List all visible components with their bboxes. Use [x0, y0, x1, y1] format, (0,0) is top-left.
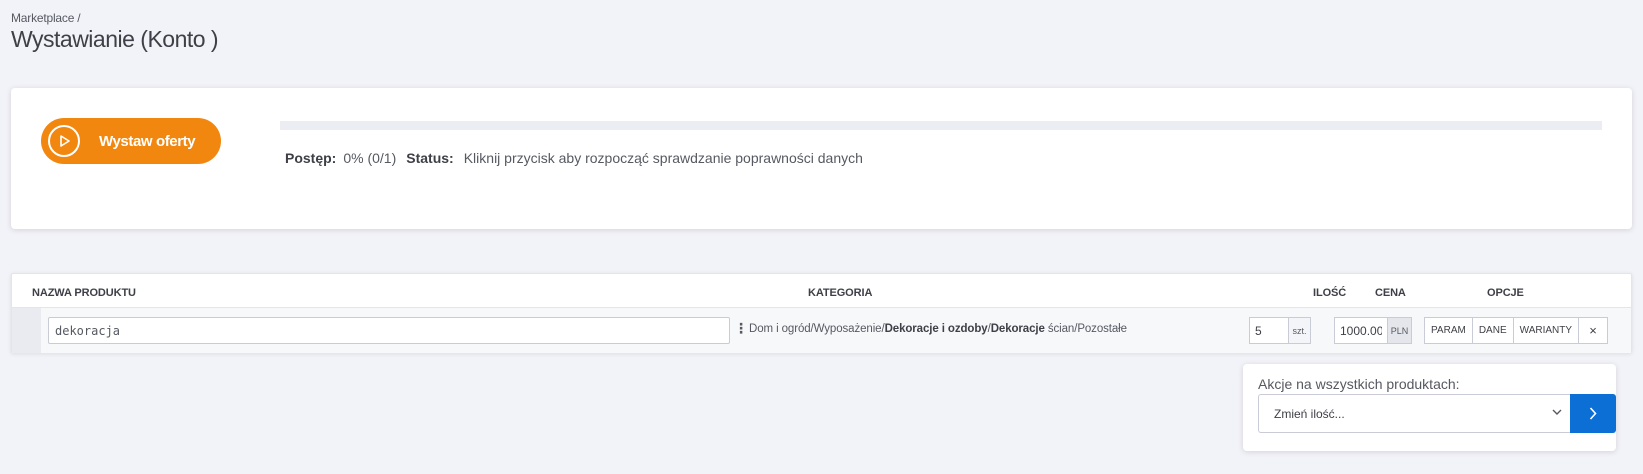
category-path: Dom i ogród/Wyposażenie/Dekoracje i ozdo… [749, 323, 1127, 335]
breadcrumb[interactable]: Marketplace / [11, 11, 81, 25]
row-drag-handle[interactable] [12, 308, 41, 353]
data-button[interactable]: DANE [1471, 317, 1514, 344]
header-options: OPCJE [1487, 287, 1524, 299]
table-row: ⋮ Dom i ogród/Wyposażenie/Dekoracje i oz… [12, 308, 1631, 353]
variants-button[interactable]: WARIANTY [1512, 317, 1580, 344]
publish-panel: Wystaw oferty Postęp: 0% (0/1) Status: Klik… [11, 88, 1632, 229]
category-menu-icon[interactable]: ⋮ [734, 321, 748, 335]
status-value: Kliknij przycisk aby rozpocząć sprawdzan… [463, 150, 863, 166]
header-quantity: ILOŚĆ [1313, 287, 1347, 299]
quantity-input[interactable] [1249, 317, 1288, 344]
row-options: PARAM DANE WARIANTY × [1424, 317, 1609, 344]
progress-bar [280, 121, 1602, 130]
price-input[interactable] [1334, 317, 1387, 344]
status-line: Postęp: 0% (0/1) Status: Kliknij przycisk a… [285, 150, 863, 166]
currency-unit: PLN [1387, 317, 1412, 344]
page-title: Wystawianie (Konto ) [11, 26, 219, 52]
bulk-actions-label: Akcje na wszystkich produktach: [1258, 376, 1460, 392]
play-circle-icon [48, 125, 80, 157]
publish-offers-button[interactable]: Wystaw oferty [41, 118, 221, 164]
header-product-name: NAZWA PRODUKTU [32, 287, 136, 299]
param-button[interactable]: PARAM [1424, 317, 1473, 344]
remove-row-button[interactable]: × [1578, 317, 1609, 344]
header-price: CENA [1375, 287, 1406, 299]
products-table: NAZWA PRODUKTU KATEGORIA ILOŚĆ CENA OPCJ… [11, 273, 1632, 353]
apply-bulk-action-button[interactable] [1570, 394, 1616, 433]
progress-label: Postęp: [285, 150, 337, 166]
product-name-input[interactable] [48, 317, 730, 344]
header-category: KATEGORIA [808, 287, 873, 299]
publish-offers-label: Wystaw oferty [99, 132, 196, 150]
status-label: Status: [406, 150, 454, 166]
progress-value: 0% (0/1) [343, 150, 397, 166]
quantity-unit: szt. [1288, 317, 1311, 344]
bulk-actions-panel: Akcje na wszystkich produktach: Zmień il… [1243, 364, 1616, 451]
bulk-action-select[interactable]: Zmień ilość... [1258, 394, 1570, 433]
chevron-right-icon [1589, 407, 1597, 420]
bulk-action-selected: Zmień ilość... [1274, 406, 1345, 421]
close-icon: × [1589, 323, 1597, 338]
chevron-down-icon [1552, 409, 1562, 415]
